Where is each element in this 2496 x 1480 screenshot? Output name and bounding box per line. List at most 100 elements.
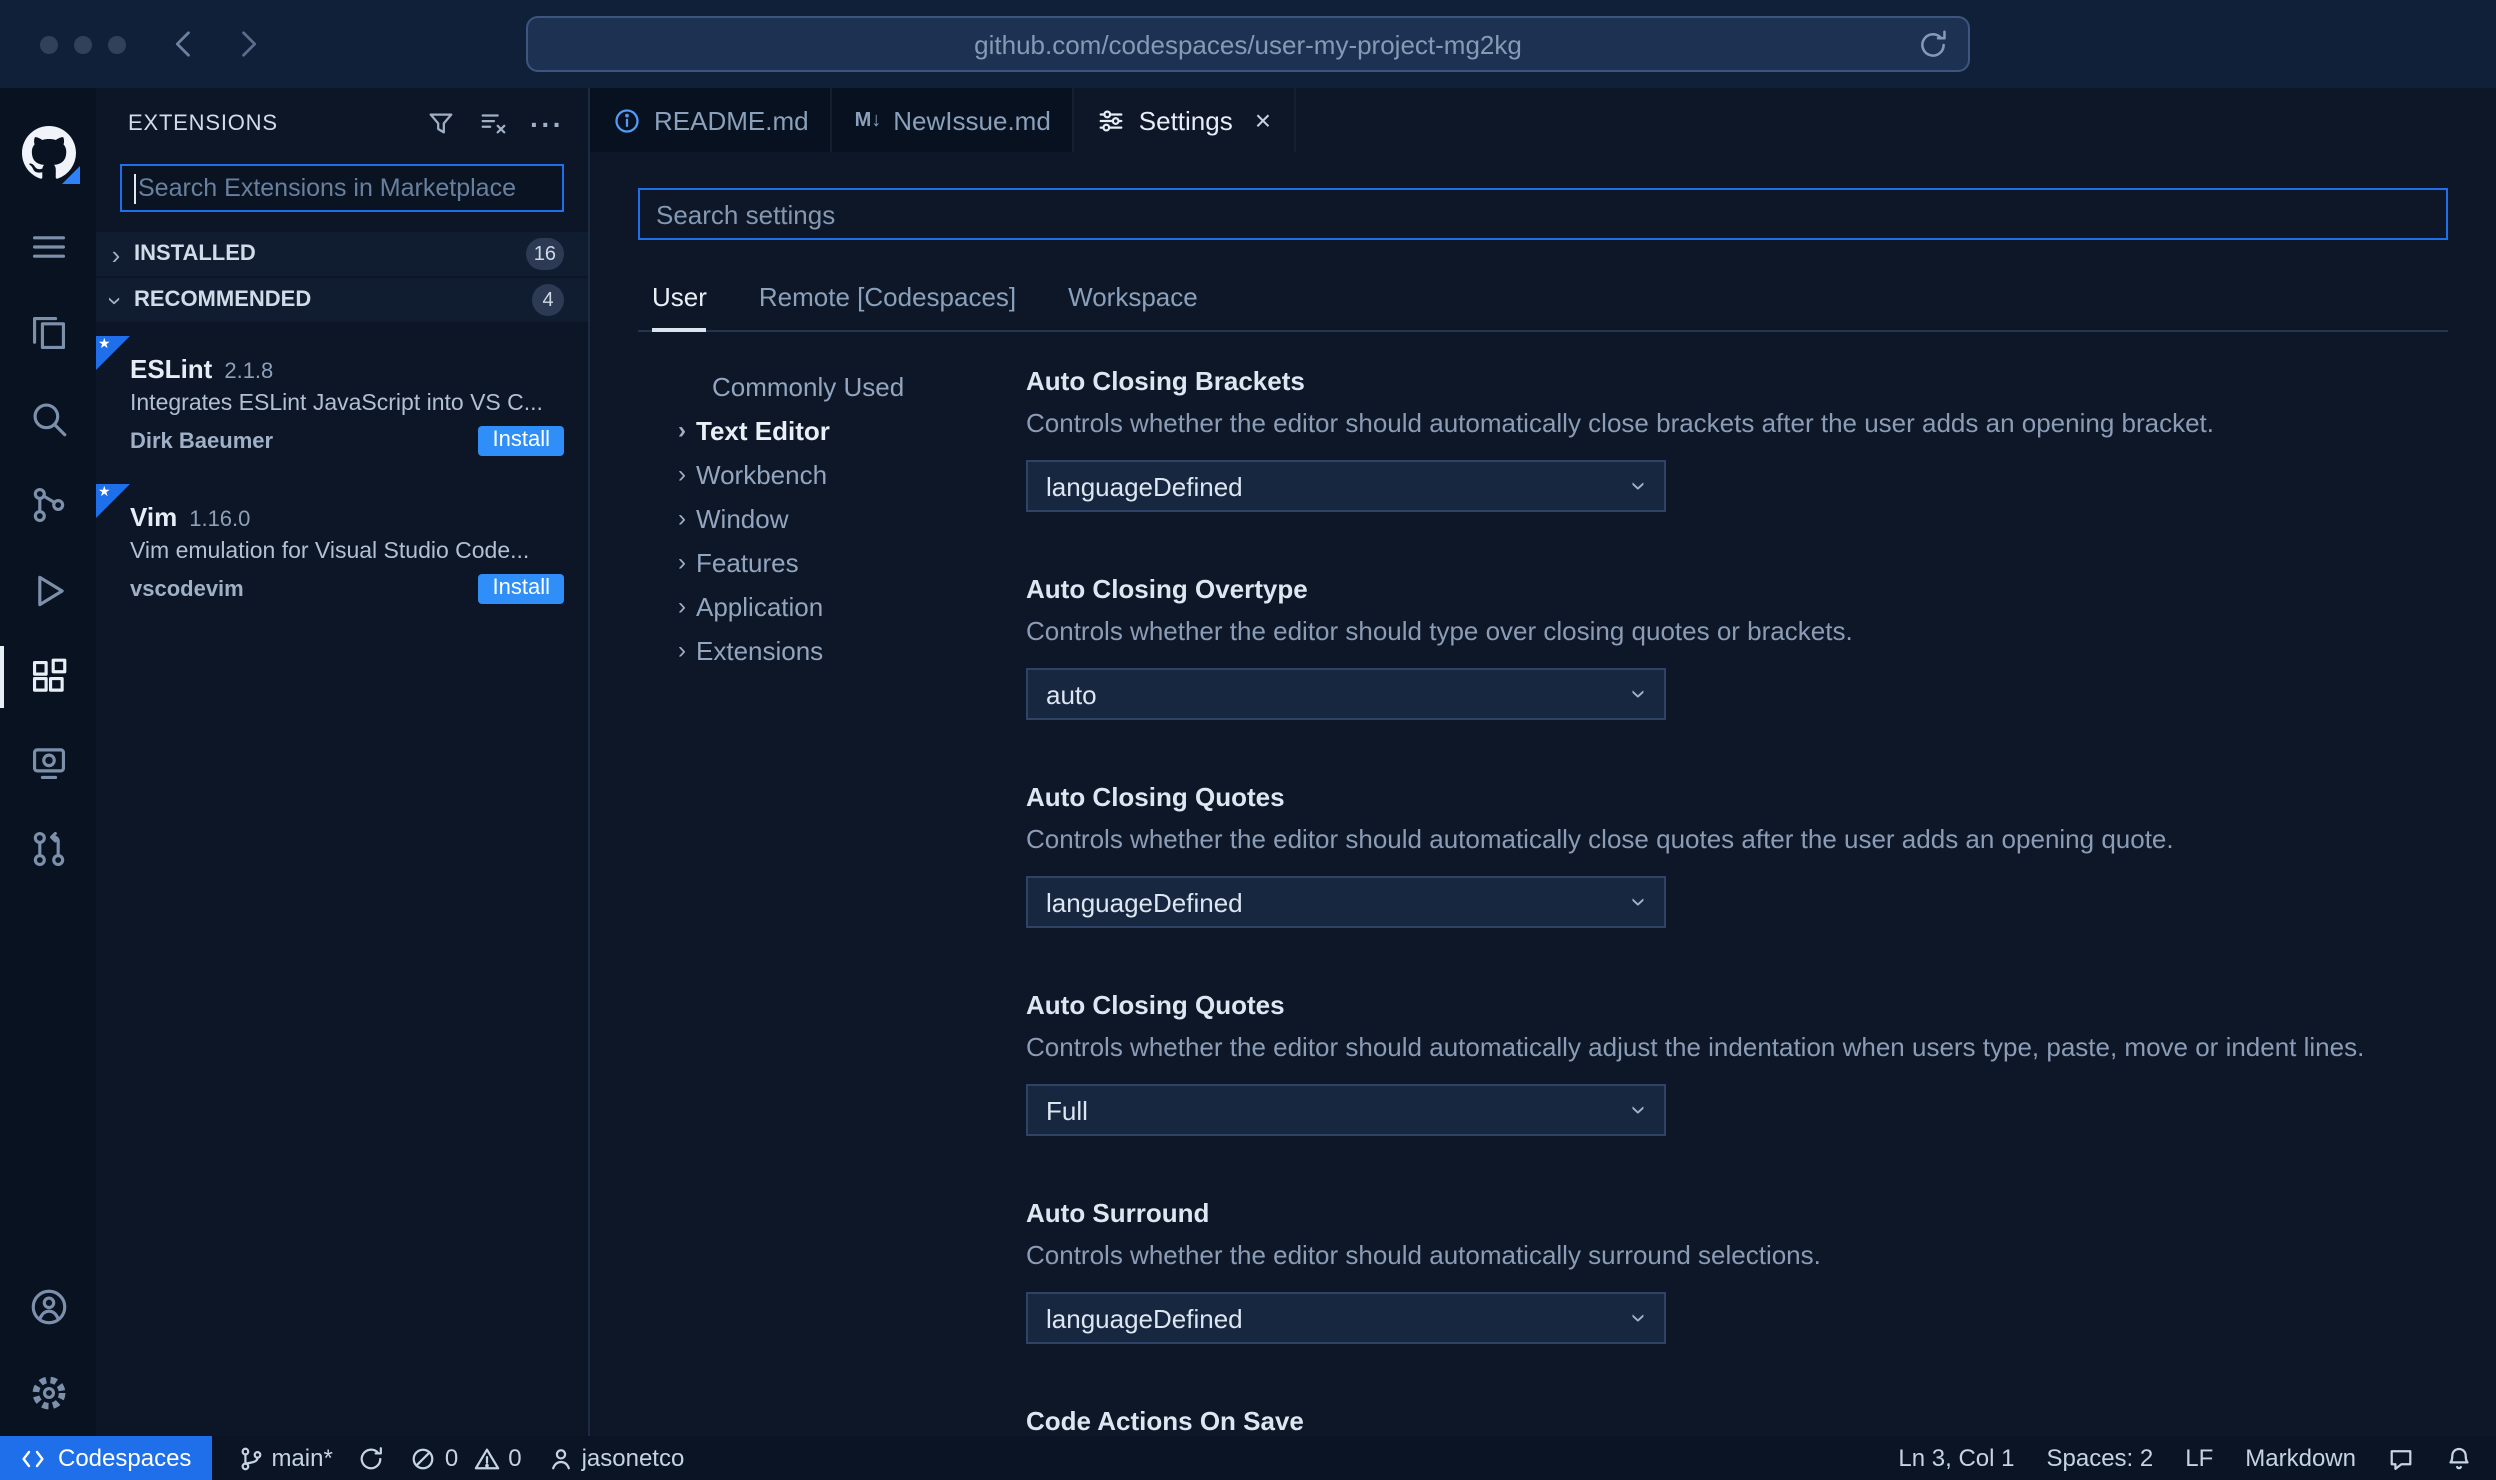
browser-back-button[interactable] [166, 26, 202, 62]
workbench: EXTENSIONS ··· › INSTALLED 16 [0, 88, 2496, 1436]
toc-text-editor[interactable]: › Text Editor [678, 408, 1026, 452]
codespaces-icon [22, 1449, 44, 1467]
chevron-down-icon: › [1625, 1313, 1658, 1323]
text-cursor [134, 174, 136, 204]
settings-gear-icon[interactable] [0, 1350, 96, 1436]
scope-tab-workspace[interactable]: Workspace [1068, 282, 1198, 330]
setting-dropdown[interactable]: auto › [1026, 668, 1666, 720]
address-bar[interactable]: github.com/codespaces/user-my-project-mg… [526, 16, 1970, 72]
run-debug-icon[interactable] [0, 548, 96, 634]
clear-filter-icon[interactable] [478, 108, 508, 138]
cursor-position[interactable]: Ln 3, Col 1 [1898, 1444, 2014, 1472]
extensions-sidebar: EXTENSIONS ··· › INSTALLED 16 [96, 88, 590, 1436]
setting-dropdown[interactable]: languageDefined › [1026, 460, 1666, 512]
setting-auto-closing-brackets: Auto Closing Brackets Controls whether t… [1026, 364, 2448, 512]
star-icon: ★ [98, 486, 111, 500]
notifications-bell-icon[interactable] [2446, 1445, 2472, 1471]
setting-dropdown[interactable]: Full › [1026, 1084, 1666, 1136]
explorer-icon[interactable] [0, 290, 96, 376]
setting-code-actions-on-save: Code Actions On Save [1026, 1406, 1304, 1436]
tab-settings[interactable]: Settings × [1074, 88, 1296, 152]
extensions-icon[interactable] [0, 634, 96, 720]
problems-indicator[interactable]: 0 0 [411, 1444, 522, 1472]
browser-forward-button[interactable] [230, 26, 266, 62]
toc-commonly-used[interactable]: Commonly Used [678, 364, 1026, 408]
user-icon [551, 1448, 570, 1469]
errors-icon [413, 1447, 435, 1469]
close-icon[interactable]: × [1255, 106, 1271, 134]
setting-auto-closing-overtype: Auto Closing Overtype Controls whether t… [1026, 572, 2448, 720]
window-close-button[interactable] [40, 35, 58, 53]
info-icon [615, 108, 639, 132]
github-codespaces-logo-icon [0, 104, 96, 200]
tab-newissue[interactable]: M↓ NewIssue.md [832, 88, 1075, 152]
remote-explorer-icon[interactable] [0, 720, 96, 806]
setting-dropdown[interactable]: languageDefined › [1026, 1292, 1666, 1344]
setting-auto-indent: Auto Closing Quotes Controls whether the… [1026, 988, 2448, 1136]
extensions-search-box [120, 164, 564, 212]
git-branch-icon [240, 1446, 261, 1470]
sync-icon [361, 1446, 383, 1469]
browser-chrome: github.com/codespaces/user-my-project-mg… [0, 0, 2496, 88]
toc-features[interactable]: › Features [678, 540, 1026, 584]
source-control-icon[interactable] [0, 462, 96, 548]
chevron-right-icon: › [678, 592, 686, 620]
tab-bar: README.md M↓ NewIssue.md Settings × [590, 88, 2496, 152]
settings-search-input[interactable] [638, 188, 2448, 240]
refresh-icon[interactable] [1916, 28, 1950, 62]
install-button[interactable]: Install [478, 574, 564, 604]
vscode-wedge-icon [62, 166, 80, 184]
chevron-down-icon: › [1625, 897, 1658, 907]
setting-dropdown[interactable]: languageDefined › [1026, 876, 1666, 928]
feedback-icon[interactable] [2388, 1445, 2414, 1471]
section-recommended[interactable]: › RECOMMENDED 4 [96, 278, 588, 322]
settings-toc: Commonly Used › Text Editor › Workbench … [638, 364, 1026, 1436]
window-minimize-button[interactable] [74, 35, 92, 53]
recommended-count-badge: 4 [532, 284, 564, 316]
account-icon[interactable] [0, 1264, 96, 1350]
eol-selector[interactable]: LF [2185, 1444, 2213, 1472]
sidebar-title: EXTENSIONS [128, 111, 278, 135]
star-icon: ★ [98, 338, 111, 352]
language-mode[interactable]: Markdown [2245, 1444, 2356, 1472]
pull-requests-icon[interactable] [0, 806, 96, 892]
markdown-icon: M↓ [854, 109, 882, 131]
extension-item-vim[interactable]: ★ Vim 1.16.0 Vim emulation for Visual St… [96, 484, 588, 620]
filter-icon[interactable] [426, 108, 456, 138]
more-actions-icon[interactable]: ··· [530, 109, 564, 137]
menu-icon[interactable] [0, 204, 96, 290]
section-installed[interactable]: › INSTALLED 16 [96, 232, 588, 276]
extensions-search-input[interactable] [122, 166, 562, 210]
chevron-right-icon: › [678, 504, 686, 532]
sync-button[interactable] [359, 1445, 385, 1471]
scope-tab-user[interactable]: User [652, 282, 707, 332]
search-icon[interactable] [0, 376, 96, 462]
settings-scope-tabs: User Remote [Codespaces] Workspace [638, 282, 2448, 332]
tab-readme[interactable]: README.md [590, 88, 833, 152]
setting-auto-surround: Auto Surround Controls whether the edito… [1026, 1196, 2448, 1344]
settings-editor: User Remote [Codespaces] Workspace Commo… [590, 152, 2496, 1436]
toc-workbench[interactable]: › Workbench [678, 452, 1026, 496]
indentation[interactable]: Spaces: 2 [2047, 1444, 2154, 1472]
window-maximize-button[interactable] [108, 35, 126, 53]
chevron-down-icon: › [101, 295, 131, 305]
remote-indicator[interactable]: Codespaces [0, 1436, 212, 1480]
extension-item-eslint[interactable]: ★ ESLint 2.1.8 Integrates ESLint JavaScr… [96, 336, 588, 472]
toc-extensions[interactable]: › Extensions [678, 628, 1026, 672]
chevron-right-icon: › [678, 460, 686, 488]
toc-window[interactable]: › Window [678, 496, 1026, 540]
editor-group: README.md M↓ NewIssue.md Settings × Sear… [590, 88, 2496, 1436]
chevron-right-icon: › [678, 548, 686, 576]
branch-indicator[interactable]: main* [237, 1444, 333, 1472]
sidebar-header: EXTENSIONS ··· [96, 88, 588, 158]
window-controls[interactable] [40, 35, 126, 53]
install-button[interactable]: Install [478, 426, 564, 456]
scope-tab-remote[interactable]: Remote [Codespaces] [759, 282, 1016, 330]
toc-application[interactable]: › Application [678, 584, 1026, 628]
warnings-icon [474, 1447, 500, 1469]
installed-count-badge: 16 [525, 238, 564, 270]
chevron-right-icon: › [111, 239, 121, 269]
user-indicator[interactable]: jasonetco [548, 1444, 684, 1472]
chevron-down-icon: › [1625, 481, 1658, 491]
chevron-down-icon: › [1625, 689, 1658, 699]
